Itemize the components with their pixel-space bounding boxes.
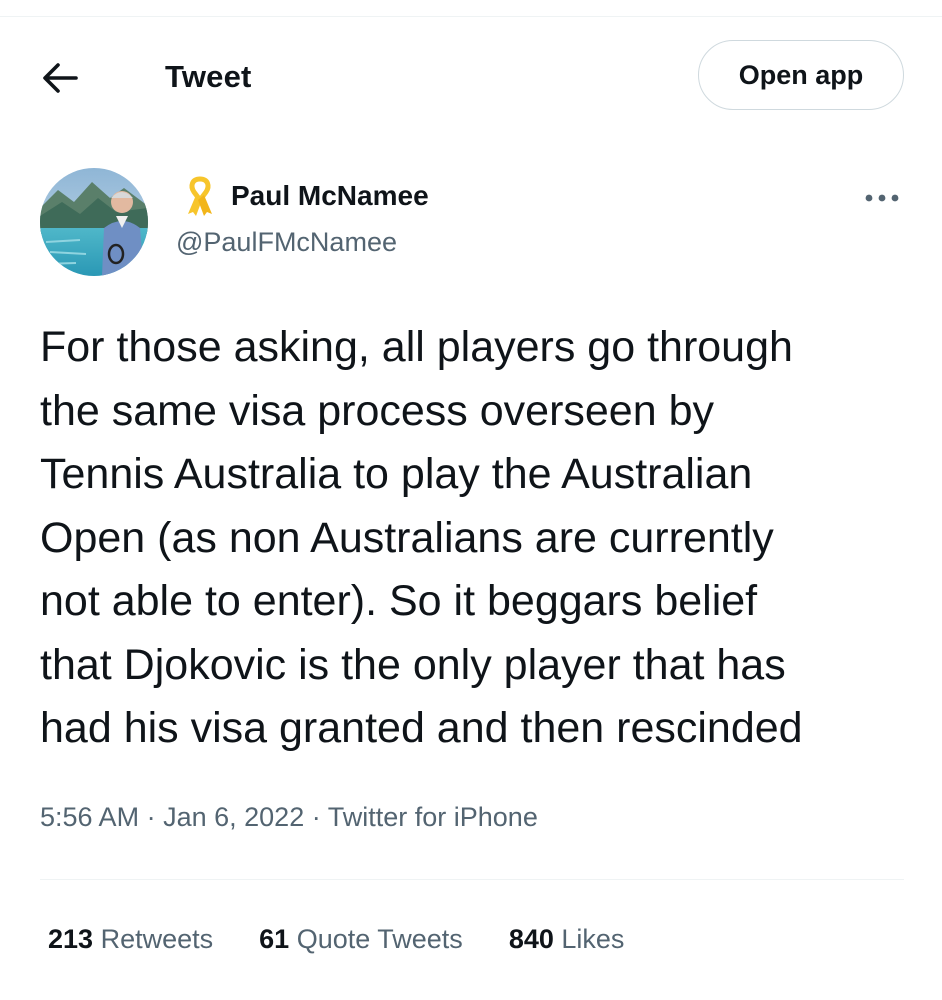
tweet-time[interactable]: 5:56 AM — [40, 802, 139, 832]
likes-stat[interactable]: 840 Likes — [509, 924, 625, 955]
quote-tweets-stat[interactable]: 61 Quote Tweets — [259, 924, 463, 955]
avatar[interactable] — [40, 168, 148, 276]
tweet-meta: 5:56 AM · Jan 6, 2022 · Twitter for iPho… — [40, 802, 538, 833]
more-horizontal-icon — [865, 194, 899, 202]
tweet-stats: 213 Retweets 61 Quote Tweets 840 Likes — [48, 924, 670, 955]
meta-separator: · — [146, 802, 156, 832]
stats-divider — [40, 879, 904, 880]
author-display-name[interactable]: Paul McNamee — [231, 180, 429, 212]
likes-count: 840 — [508, 924, 554, 954]
retweets-stat[interactable]: 213 Retweets — [48, 924, 213, 955]
more-button[interactable] — [862, 184, 902, 212]
tweet-source[interactable]: Twitter for iPhone — [328, 802, 538, 832]
retweets-count: 213 — [48, 924, 94, 954]
author-handle[interactable]: @PaulFMcNamee — [176, 227, 397, 258]
yellow-ribbon-icon — [182, 176, 218, 218]
tweet-date[interactable]: Jan 6, 2022 — [163, 802, 304, 832]
back-button[interactable] — [38, 58, 82, 98]
open-app-button[interactable]: Open app — [698, 40, 904, 110]
likes-label: Likes — [561, 924, 625, 954]
top-divider — [0, 16, 942, 17]
avatar-photo — [40, 168, 148, 276]
quote-tweets-count: 61 — [259, 924, 290, 954]
page-title: Tweet — [165, 59, 252, 94]
meta-separator: · — [311, 802, 321, 832]
arrow-left-icon — [43, 63, 78, 93]
quote-tweets-label: Quote Tweets — [296, 924, 463, 954]
tweet-text: For those asking, all players go through… — [40, 323, 803, 752]
retweets-label: Retweets — [100, 924, 214, 954]
header-bar: Tweet Open app — [0, 40, 942, 114]
